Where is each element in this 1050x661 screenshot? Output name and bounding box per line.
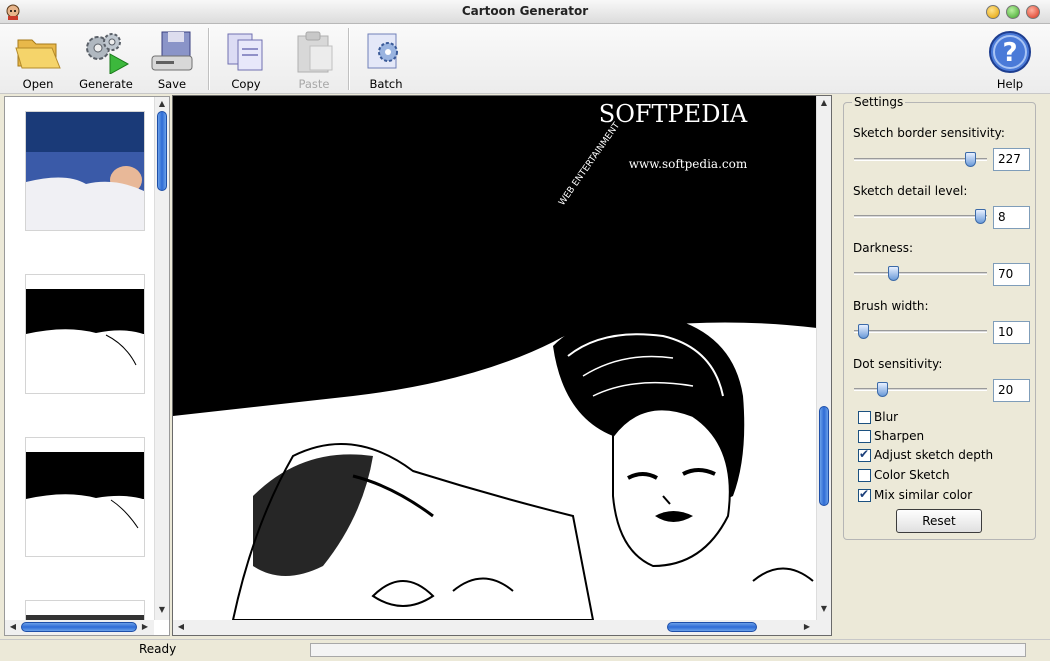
scroll-right-icon[interactable]: ▶: [801, 622, 813, 631]
darkness-input[interactable]: 70: [993, 263, 1030, 286]
thumbnail-vertical-scrollbar[interactable]: ▲ ▼: [154, 97, 169, 620]
thumbnail-image: [26, 112, 144, 230]
clipboard-icon: [297, 31, 333, 73]
thumbnail-image: [26, 438, 144, 556]
thumbnail-list[interactable]: ▲ ▼ ◀ ▶: [4, 96, 170, 636]
checkbox-box[interactable]: [858, 469, 871, 482]
slider-knob[interactable]: [858, 324, 870, 339]
help-icon: ?: [989, 31, 1031, 73]
help-button[interactable]: ? Help: [984, 28, 1036, 91]
minimize-button[interactable]: [986, 5, 1000, 19]
progress-bar: [310, 643, 1026, 657]
darkness-slider[interactable]: [854, 266, 987, 282]
copy-icon: [227, 33, 263, 71]
gears-play-icon: [86, 33, 130, 74]
scrollbar-thumb[interactable]: [21, 622, 137, 632]
dot-sensitivity-slider[interactable]: [854, 382, 987, 398]
brush-width-input[interactable]: 10: [993, 321, 1030, 344]
brush-width-label: Brush width:: [853, 299, 929, 313]
image-canvas[interactable]: SOFTPEDIA www.softpedia.com WEB ENTERTAI…: [172, 95, 832, 636]
canvas-vertical-scrollbar[interactable]: ▲ ▼: [816, 96, 831, 620]
maximize-button[interactable]: [1006, 5, 1020, 19]
window-title: Cartoon Generator: [461, 4, 589, 18]
scrollbar-thumb[interactable]: [667, 622, 757, 632]
paste-button[interactable]: Paste: [288, 28, 340, 91]
scroll-left-icon[interactable]: ◀: [175, 622, 187, 631]
scroll-down-icon[interactable]: ▼: [818, 604, 830, 613]
slider-knob[interactable]: [964, 152, 976, 167]
scroll-left-icon[interactable]: ◀: [7, 622, 19, 631]
open-button[interactable]: Open: [12, 28, 64, 91]
copy-button[interactable]: Copy: [220, 28, 272, 91]
dot-sensitivity-label: Dot sensitivity:: [853, 357, 943, 371]
settings-group: Settings Sketch border sensitivity: 227 …: [843, 95, 1036, 540]
sketch-border-sensitivity-label: Sketch border sensitivity:: [853, 126, 1005, 140]
batch-icon: [367, 33, 398, 69]
cartoon-preview-image: SOFTPEDIA www.softpedia.com WEB ENTERTAI…: [173, 96, 817, 621]
checkbox-box[interactable]: [858, 430, 871, 443]
canvas-horizontal-scrollbar[interactable]: ◀ ▶: [173, 620, 831, 635]
slider-knob[interactable]: [975, 209, 987, 224]
sketch-detail-level-label: Sketch detail level:: [853, 184, 968, 198]
scrollbar-thumb[interactable]: [157, 111, 167, 191]
checkbox-box[interactable]: [858, 411, 871, 424]
title-bar: Cartoon Generator: [0, 0, 1050, 24]
slider-knob[interactable]: [876, 382, 888, 397]
svg-text:?: ?: [1002, 38, 1017, 68]
sketch-detail-level-input[interactable]: 8: [993, 206, 1030, 229]
status-text: Ready: [139, 642, 177, 656]
sketch-border-sensitivity-input[interactable]: 227: [993, 148, 1030, 171]
slider-knob[interactable]: [887, 266, 899, 281]
settings-legend: Settings: [852, 95, 906, 109]
reset-button[interactable]: Reset: [896, 509, 982, 533]
canvas-watermark: SOFTPEDIA: [599, 100, 748, 128]
toolbar: Open Generate Save Copy Paste Batch ? He…: [0, 24, 1050, 94]
floppy-disk-icon: [151, 31, 193, 71]
thumbnail-sketch[interactable]: [25, 274, 145, 394]
scroll-up-icon[interactable]: ▲: [818, 98, 830, 107]
scroll-right-icon[interactable]: ▶: [139, 622, 151, 631]
batch-button[interactable]: Batch: [360, 28, 412, 91]
thumbnail-horizontal-scrollbar[interactable]: ◀ ▶: [5, 620, 154, 635]
generate-button[interactable]: Generate: [76, 28, 136, 91]
thumbnail-sketch[interactable]: [25, 437, 145, 557]
save-button[interactable]: Save: [146, 28, 198, 91]
dot-sensitivity-input[interactable]: 20: [993, 379, 1030, 402]
scroll-down-icon[interactable]: ▼: [156, 605, 168, 614]
darkness-label: Darkness:: [853, 241, 914, 255]
scrollbar-thumb[interactable]: [819, 406, 829, 506]
toolbar-separator: [348, 28, 350, 90]
checkbox-box[interactable]: [858, 447, 871, 462]
canvas-url: www.softpedia.com: [629, 157, 748, 171]
checkbox-box[interactable]: [858, 487, 871, 502]
thumbnail-original[interactable]: [25, 111, 145, 231]
sketch-border-sensitivity-slider[interactable]: [854, 152, 987, 168]
sketch-detail-level-slider[interactable]: [854, 209, 987, 225]
close-button[interactable]: [1026, 5, 1040, 19]
scroll-up-icon[interactable]: ▲: [156, 99, 168, 108]
brush-width-slider[interactable]: [854, 324, 987, 340]
folder-open-icon: [15, 39, 61, 69]
toolbar-separator: [208, 28, 210, 90]
status-bar: Ready: [0, 639, 1050, 661]
thumbnail-image: [26, 275, 144, 393]
